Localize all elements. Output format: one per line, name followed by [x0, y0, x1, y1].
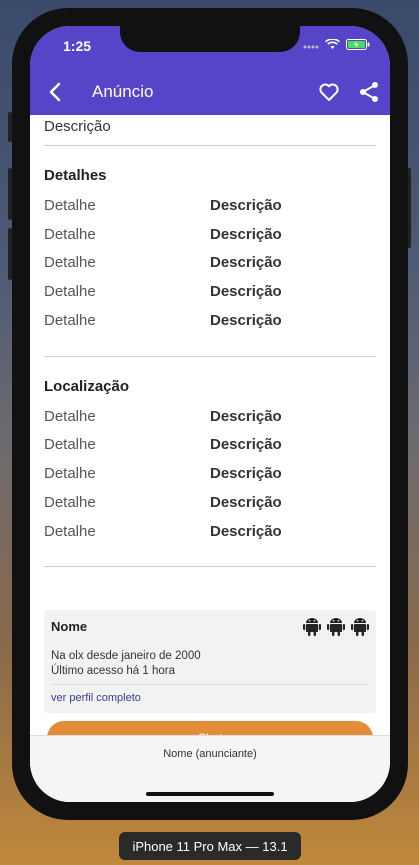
detail-label: Detalhe: [44, 312, 96, 329]
android-icon: [303, 618, 321, 636]
location-value: Descrição: [210, 523, 282, 540]
detail-label: Detalhe: [44, 226, 96, 243]
detail-value: Descrição: [210, 226, 282, 243]
details-row: Detalhe Descrição: [44, 197, 376, 217]
phone-frame: 1:25 Anúncio Descrição Detalhes Detalhe …: [12, 8, 408, 820]
location-row: Detalhe Descrição: [44, 494, 376, 514]
location-row: Detalhe Descrição: [44, 465, 376, 485]
screen: 1:25 Anúncio Descrição Detalhes Detalhe …: [30, 26, 390, 802]
details-title: Detalhes: [44, 167, 107, 184]
location-value: Descrição: [210, 494, 282, 511]
android-icon: [327, 618, 345, 636]
heart-icon[interactable]: [317, 80, 341, 104]
signal-icon: [303, 45, 319, 48]
seller-since: Na olx desde janeiro de 2000: [51, 650, 201, 662]
back-arrow-icon[interactable]: [44, 80, 68, 104]
location-label: Detalhe: [44, 465, 96, 482]
seller-badges: [303, 616, 369, 636]
detail-label: Detalhe: [44, 283, 96, 300]
detail-label: Detalhe: [44, 254, 96, 271]
divider: [44, 145, 376, 146]
details-row: Detalhe Descrição: [44, 254, 376, 274]
location-row: Detalhe Descrição: [44, 523, 376, 543]
ad-description: Descrição: [44, 118, 111, 135]
status-icons: [303, 39, 370, 50]
details-row: Detalhe Descrição: [44, 312, 376, 332]
page-title: Anúncio: [92, 82, 154, 101]
location-value: Descrição: [210, 465, 282, 482]
bottom-bar: Nome (anunciante): [30, 735, 390, 802]
battery-icon: [346, 39, 370, 50]
home-indicator[interactable]: [146, 792, 274, 796]
detail-value: Descrição: [210, 283, 282, 300]
card-divider: [51, 684, 369, 685]
simulator-device-label: iPhone 11 Pro Max — 13.1: [119, 832, 301, 860]
app-bar: Anúncio: [30, 70, 390, 115]
divider: [44, 566, 376, 567]
notch: [120, 26, 300, 52]
details-row: Detalhe Descrição: [44, 283, 376, 303]
location-label: Detalhe: [44, 408, 96, 425]
status-bar: 1:25: [30, 26, 390, 70]
wifi-icon: [325, 39, 340, 49]
location-label: Detalhe: [44, 436, 96, 453]
detail-value: Descrição: [210, 254, 282, 271]
location-row: Detalhe Descrição: [44, 436, 376, 456]
status-time: 1:25: [63, 38, 92, 54]
location-row: Detalhe Descrição: [44, 408, 376, 428]
detail-value: Descrição: [210, 312, 282, 329]
chat-button[interactable]: Chat: [47, 721, 373, 735]
location-value: Descrição: [210, 408, 282, 425]
seller-card: Nome Na olx desde janeiro de 2000 Último…: [44, 610, 376, 713]
seller-name: Nome: [51, 619, 88, 634]
ad-content[interactable]: Descrição Detalhes Detalhe Descrição Det…: [30, 115, 390, 735]
android-icon: [351, 618, 369, 636]
location-label: Detalhe: [44, 494, 96, 511]
location-label: Detalhe: [44, 523, 96, 540]
location-title: Localização: [44, 378, 130, 395]
seller-last-access: Último acesso há 1 hora: [51, 665, 176, 677]
location-value: Descrição: [210, 436, 282, 453]
detail-value: Descrição: [210, 197, 282, 214]
share-icon[interactable]: [357, 80, 381, 104]
view-profile-link[interactable]: ver perfil completo: [51, 692, 141, 704]
advertiser-name: Nome (anunciante): [163, 748, 257, 760]
detail-label: Detalhe: [44, 197, 96, 214]
details-row: Detalhe Descrição: [44, 226, 376, 246]
divider: [44, 356, 376, 357]
